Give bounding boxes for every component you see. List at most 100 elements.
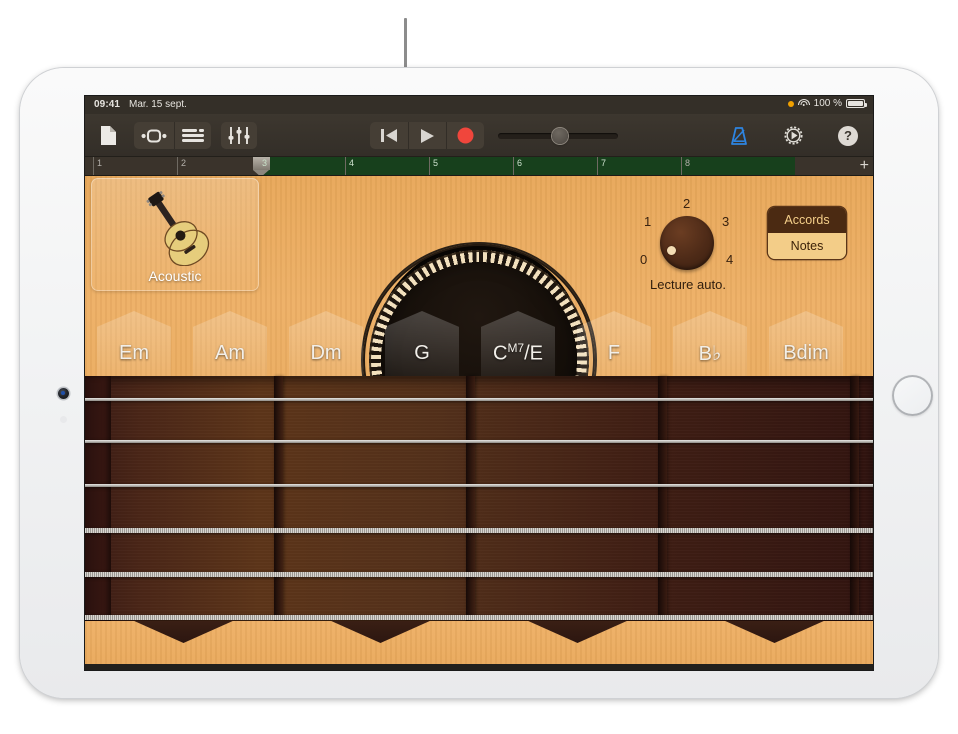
gear-icon bbox=[783, 125, 804, 146]
master-volume-slider[interactable] bbox=[498, 133, 618, 139]
chord-strip: Em Am Dm G CM7/E F bbox=[85, 311, 873, 383]
chord-label-1: Am bbox=[215, 342, 245, 365]
chord-button-1[interactable]: Am bbox=[193, 311, 267, 383]
home-button[interactable] bbox=[892, 375, 933, 416]
master-volume-slider-thumb[interactable] bbox=[552, 128, 568, 144]
mode-option-notes[interactable]: Notes bbox=[768, 233, 846, 259]
fretboard-nut bbox=[85, 376, 111, 621]
guitar-string-3[interactable] bbox=[85, 484, 873, 487]
fret-divider bbox=[466, 376, 475, 621]
ruler-bar-number: 8 bbox=[685, 158, 690, 168]
transport-controls bbox=[370, 122, 484, 149]
record-icon bbox=[457, 127, 474, 144]
status-right-group: 100 % bbox=[788, 98, 865, 109]
orange-status-dot-icon bbox=[788, 101, 794, 107]
ruler-cycle-region bbox=[261, 157, 795, 175]
mode-option-chords[interactable]: Accords bbox=[768, 207, 846, 233]
mixer-button[interactable] bbox=[221, 122, 257, 149]
battery-full-icon bbox=[846, 99, 865, 108]
ruler-bar-number: 2 bbox=[181, 158, 186, 168]
chord-button-7[interactable]: Bdim bbox=[769, 311, 843, 383]
chord-label-3: G bbox=[414, 342, 430, 365]
add-track-button[interactable]: + bbox=[860, 158, 869, 174]
toolbar-center-group bbox=[370, 122, 618, 149]
chord-button-2[interactable]: Dm bbox=[289, 311, 363, 383]
chord-label-0: Em bbox=[119, 342, 149, 365]
autoplay-knob-indicator bbox=[667, 246, 676, 255]
wifi-icon bbox=[798, 99, 810, 109]
ruler-bar-number: 7 bbox=[601, 158, 606, 168]
playhead-bar-label: 3 bbox=[262, 158, 267, 168]
instrument-name-label: Acoustic bbox=[91, 268, 259, 284]
guitar-string-1[interactable] bbox=[85, 398, 873, 401]
fretboard-zigzag-edge bbox=[85, 621, 873, 643]
toolbar-right-group: ? bbox=[722, 122, 865, 149]
screenshot-root: 09:41 Mar. 15 sept. 100 % bbox=[0, 0, 958, 734]
view-segment-group bbox=[134, 122, 211, 149]
autoplay-position-label-1: 1 bbox=[644, 214, 651, 229]
fret-divider bbox=[658, 376, 667, 621]
help-button[interactable]: ? bbox=[831, 122, 865, 149]
chord-button-5[interactable]: F bbox=[577, 311, 651, 383]
chord-label-7: Bdim bbox=[783, 342, 829, 365]
status-bar: 09:41 Mar. 15 sept. 100 % bbox=[85, 96, 873, 114]
tracks-list-icon bbox=[182, 128, 204, 143]
fretboard[interactable] bbox=[85, 376, 873, 621]
my-songs-button[interactable] bbox=[93, 122, 124, 149]
autoplay-knob[interactable] bbox=[660, 216, 714, 270]
settings-button[interactable] bbox=[776, 122, 811, 149]
toolbar-left-group bbox=[93, 122, 257, 149]
chord-label-6: B♭ bbox=[699, 341, 722, 366]
loop-browser-button[interactable] bbox=[134, 122, 174, 149]
chord-button-3[interactable]: G bbox=[385, 311, 459, 383]
record-button[interactable] bbox=[446, 122, 484, 149]
playhead[interactable]: 3 bbox=[253, 157, 270, 176]
metronome-icon bbox=[729, 126, 749, 146]
chord-button-0[interactable]: Em bbox=[97, 311, 171, 383]
front-camera-icon bbox=[58, 388, 69, 399]
autoplay-label: Lecture auto. bbox=[621, 277, 755, 292]
fret-divider bbox=[850, 376, 859, 621]
loop-browser-icon bbox=[141, 128, 167, 144]
rewind-to-start-icon bbox=[381, 128, 398, 143]
metronome-button[interactable] bbox=[722, 122, 756, 149]
timeline-ruler[interactable]: 1 2 4 5 6 7 8 3 + bbox=[85, 157, 873, 176]
autoplay-position-label-2: 2 bbox=[683, 196, 690, 211]
main-toolbar: ? bbox=[85, 114, 873, 157]
rewind-button[interactable] bbox=[370, 122, 408, 149]
ruler-bar-number: 1 bbox=[97, 158, 102, 168]
guitar-string-6[interactable] bbox=[85, 615, 873, 620]
ipad-device-frame: 09:41 Mar. 15 sept. 100 % bbox=[20, 68, 938, 698]
ruler-bar-number: 6 bbox=[517, 158, 522, 168]
play-icon bbox=[420, 128, 435, 144]
status-time: 09:41 bbox=[94, 99, 120, 110]
chord-label-5: F bbox=[608, 342, 620, 365]
ambient-sensor-icon bbox=[60, 416, 67, 423]
acoustic-guitar-icon bbox=[119, 186, 231, 266]
guitar-string-2[interactable] bbox=[85, 440, 873, 443]
ruler-bar-number: 4 bbox=[349, 158, 354, 168]
guitar-string-5[interactable] bbox=[85, 572, 873, 577]
chord-button-4[interactable]: CM7/E bbox=[481, 311, 555, 383]
question-mark-icon: ? bbox=[838, 126, 858, 146]
guitar-string-4[interactable] bbox=[85, 528, 873, 533]
autoplay-position-label-3: 3 bbox=[722, 214, 729, 229]
ipad-screen: 09:41 Mar. 15 sept. 100 % bbox=[85, 96, 873, 670]
status-date: Mar. 15 sept. bbox=[129, 99, 187, 110]
guitar-instrument-view: Acoustic 0 1 2 3 4 Lecture auto. Accord bbox=[85, 176, 873, 670]
screen-bottom-edge bbox=[85, 664, 873, 670]
autoplay-control: 0 1 2 3 4 Lecture auto. bbox=[638, 194, 738, 290]
ruler-bar-number: 5 bbox=[433, 158, 438, 168]
play-button[interactable] bbox=[408, 122, 446, 149]
autoplay-position-label-4: 4 bbox=[726, 252, 733, 267]
chord-label-4: CM7/E bbox=[493, 341, 543, 366]
chord-button-6[interactable]: B♭ bbox=[673, 311, 747, 383]
guitar-body-bottom bbox=[85, 621, 873, 670]
fret-divider bbox=[274, 376, 283, 621]
autoplay-position-label-0: 0 bbox=[640, 252, 647, 267]
chord-label-2: Dm bbox=[310, 342, 341, 365]
faders-icon bbox=[228, 127, 250, 144]
instrument-selector-card[interactable]: Acoustic bbox=[91, 178, 259, 291]
document-icon bbox=[100, 125, 117, 146]
tracks-view-button[interactable] bbox=[174, 122, 211, 149]
